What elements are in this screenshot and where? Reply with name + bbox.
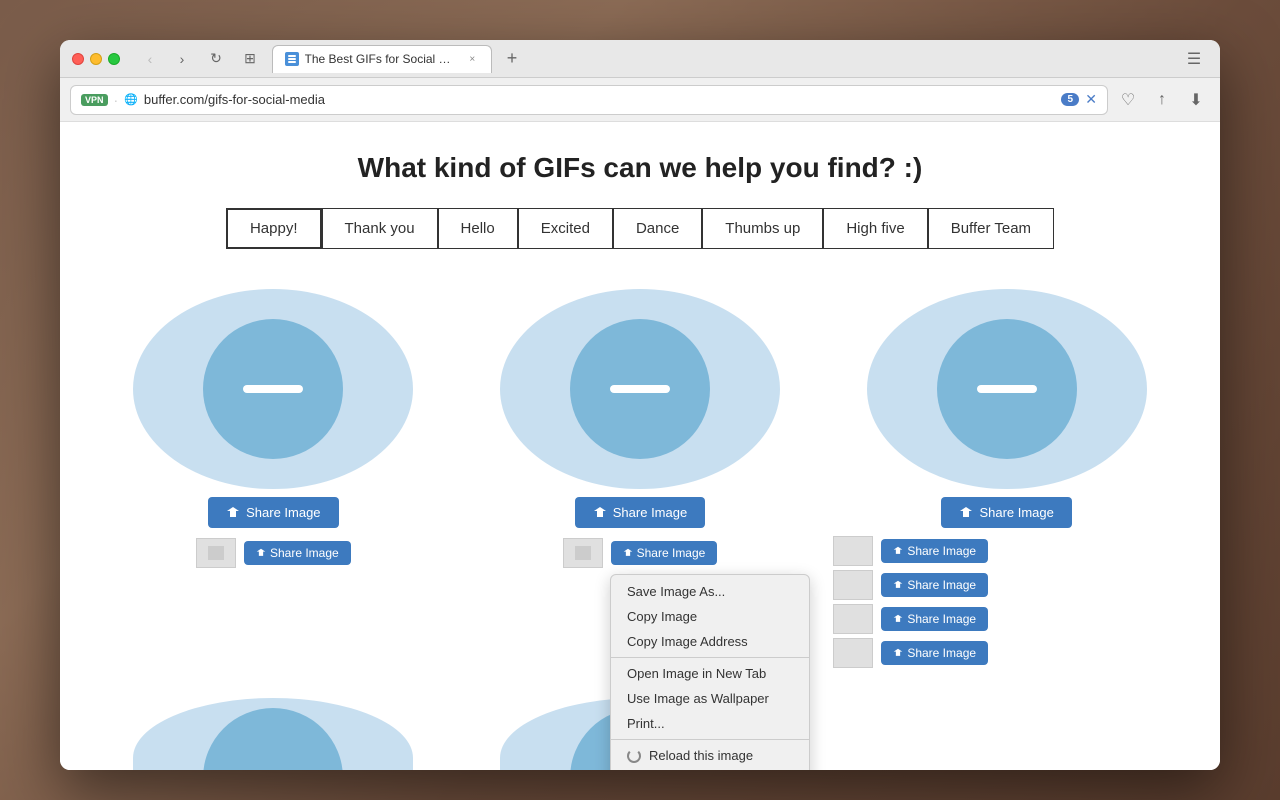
page-title: What kind of GIFs can we help you find? … bbox=[358, 152, 923, 184]
grid-view-button[interactable]: ⊞ bbox=[236, 48, 264, 70]
gif-cell-1: Share Image Share Image bbox=[90, 279, 457, 678]
tab-favicon bbox=[285, 52, 299, 66]
share-button-3[interactable]: Share Image bbox=[941, 497, 1071, 528]
gif-image-1[interactable] bbox=[133, 289, 413, 489]
gif-grid: Share Image Share Image bbox=[90, 279, 1190, 770]
extension-badge: 5 bbox=[1061, 93, 1079, 106]
context-menu: Save Image As... Copy Image Copy Image A… bbox=[610, 574, 810, 770]
small-share-button-3a[interactable]: Share Image bbox=[881, 539, 988, 563]
small-gif-column-3: Share Image Share Image bbox=[833, 536, 1180, 668]
share-button-2[interactable]: Share Image bbox=[575, 497, 705, 528]
vpn-badge: VPN bbox=[81, 94, 108, 106]
context-open-new-tab[interactable]: Open Image in New Tab bbox=[611, 661, 809, 686]
context-reload-image[interactable]: Reload this image bbox=[611, 743, 809, 768]
small-gif-row-2: Share Image bbox=[563, 536, 718, 570]
small-gif-row-3b: Share Image bbox=[833, 570, 1180, 600]
context-separator-2 bbox=[611, 739, 809, 740]
gif-circle-2 bbox=[570, 319, 710, 459]
category-thank-you[interactable]: Thank you bbox=[322, 208, 438, 249]
new-tab-button[interactable]: + bbox=[500, 47, 524, 71]
category-buttons: Happy! Thank you Hello Excited Dance Thu… bbox=[226, 208, 1054, 249]
context-save-image-as[interactable]: Save Image As... bbox=[611, 579, 809, 604]
toolbar-right: ♡ ↑ ⬇ bbox=[1114, 86, 1210, 114]
small-gif-row-3a: Share Image bbox=[833, 536, 1180, 566]
nav-buttons: ‹ › bbox=[136, 48, 196, 70]
small-share-button-1[interactable]: Share Image bbox=[244, 541, 351, 565]
small-share-button-3d[interactable]: Share Image bbox=[881, 641, 988, 665]
category-dance[interactable]: Dance bbox=[613, 208, 702, 249]
small-gif-row-1: Share Image bbox=[196, 536, 351, 570]
address-input[interactable] bbox=[144, 92, 1055, 107]
small-thumb-3b[interactable] bbox=[833, 570, 873, 600]
maximize-button[interactable] bbox=[108, 53, 120, 65]
share-button-1[interactable]: Share Image bbox=[208, 497, 338, 528]
active-tab[interactable]: The Best GIFs for Social Me... × bbox=[272, 45, 492, 73]
small-share-button-3b[interactable]: Share Image bbox=[881, 573, 988, 597]
small-thumb-3a[interactable] bbox=[833, 536, 873, 566]
address-bar-row: VPN · 🌐 5 ✕ ♡ ↑ ⬇ bbox=[60, 78, 1220, 122]
small-thumb-2[interactable] bbox=[563, 538, 603, 568]
context-use-as-wallpaper[interactable]: Use Image as Wallpaper bbox=[611, 686, 809, 711]
browser-menu-icon[interactable]: ☰ bbox=[1180, 45, 1208, 73]
gif-bottom-circle-1 bbox=[203, 708, 343, 770]
title-bar: ‹ › ↻ ⊞ The Best GIFs for Social Me... ×… bbox=[60, 40, 1220, 78]
gif-minus-3 bbox=[977, 385, 1037, 393]
gif-circle-1 bbox=[203, 319, 343, 459]
category-happy[interactable]: Happy! bbox=[226, 208, 322, 249]
browser-window: ‹ › ↻ ⊞ The Best GIFs for Social Me... ×… bbox=[60, 40, 1220, 770]
traffic-lights bbox=[72, 53, 120, 65]
gif-image-3[interactable] bbox=[867, 289, 1147, 489]
page-content: What kind of GIFs can we help you find? … bbox=[60, 122, 1220, 770]
small-thumb-3c[interactable] bbox=[833, 604, 873, 634]
address-separator: · bbox=[114, 92, 119, 108]
gif-cell-4 bbox=[90, 688, 457, 770]
clear-button[interactable]: ✕ bbox=[1085, 91, 1097, 108]
small-thumb-3d[interactable] bbox=[833, 638, 873, 668]
gif-cell-6 bbox=[823, 688, 1190, 770]
share-icon-2 bbox=[593, 506, 607, 520]
close-button[interactable] bbox=[72, 53, 84, 65]
share-toolbar-button[interactable]: ↑ bbox=[1148, 86, 1176, 114]
share-icon-3 bbox=[959, 506, 973, 520]
context-copy-image-address[interactable]: Copy Image Address bbox=[611, 629, 809, 654]
reload-icon bbox=[627, 749, 641, 763]
share-icon-1 bbox=[226, 506, 240, 520]
context-separator-1 bbox=[611, 657, 809, 658]
address-bar[interactable]: VPN · 🌐 5 ✕ bbox=[70, 85, 1108, 115]
context-print[interactable]: Print... bbox=[611, 711, 809, 736]
category-hello[interactable]: Hello bbox=[438, 208, 518, 249]
small-gif-row-3d: Share Image bbox=[833, 638, 1180, 668]
small-share-button-3c[interactable]: Share Image bbox=[881, 607, 988, 631]
lock-icon: 🌐 bbox=[124, 93, 138, 106]
category-high-five[interactable]: High five bbox=[823, 208, 927, 249]
forward-button[interactable]: › bbox=[168, 48, 196, 70]
small-gif-row-3c: Share Image bbox=[833, 604, 1180, 634]
reload-button[interactable]: ↻ bbox=[204, 48, 228, 70]
gif-circle-3 bbox=[937, 319, 1077, 459]
tab-title: The Best GIFs for Social Me... bbox=[305, 52, 460, 66]
gif-bottom-1[interactable] bbox=[133, 698, 413, 770]
category-thumbs-up[interactable]: Thumbs up bbox=[702, 208, 823, 249]
bookmark-button[interactable]: ♡ bbox=[1114, 86, 1142, 114]
context-copy-image[interactable]: Copy Image bbox=[611, 604, 809, 629]
gif-minus-1 bbox=[243, 385, 303, 393]
category-excited[interactable]: Excited bbox=[518, 208, 613, 249]
tab-close-button[interactable]: × bbox=[466, 52, 480, 66]
small-share-button-2[interactable]: Share Image bbox=[611, 541, 718, 565]
category-buffer-team[interactable]: Buffer Team bbox=[928, 208, 1054, 249]
gif-minus-2 bbox=[610, 385, 670, 393]
download-button[interactable]: ⬇ bbox=[1182, 86, 1210, 114]
minimize-button[interactable] bbox=[90, 53, 102, 65]
small-thumb-1[interactable] bbox=[196, 538, 236, 568]
gif-image-2[interactable] bbox=[500, 289, 780, 489]
gif-cell-3: Share Image Share Image Sh bbox=[823, 279, 1190, 678]
back-button[interactable]: ‹ bbox=[136, 48, 164, 70]
